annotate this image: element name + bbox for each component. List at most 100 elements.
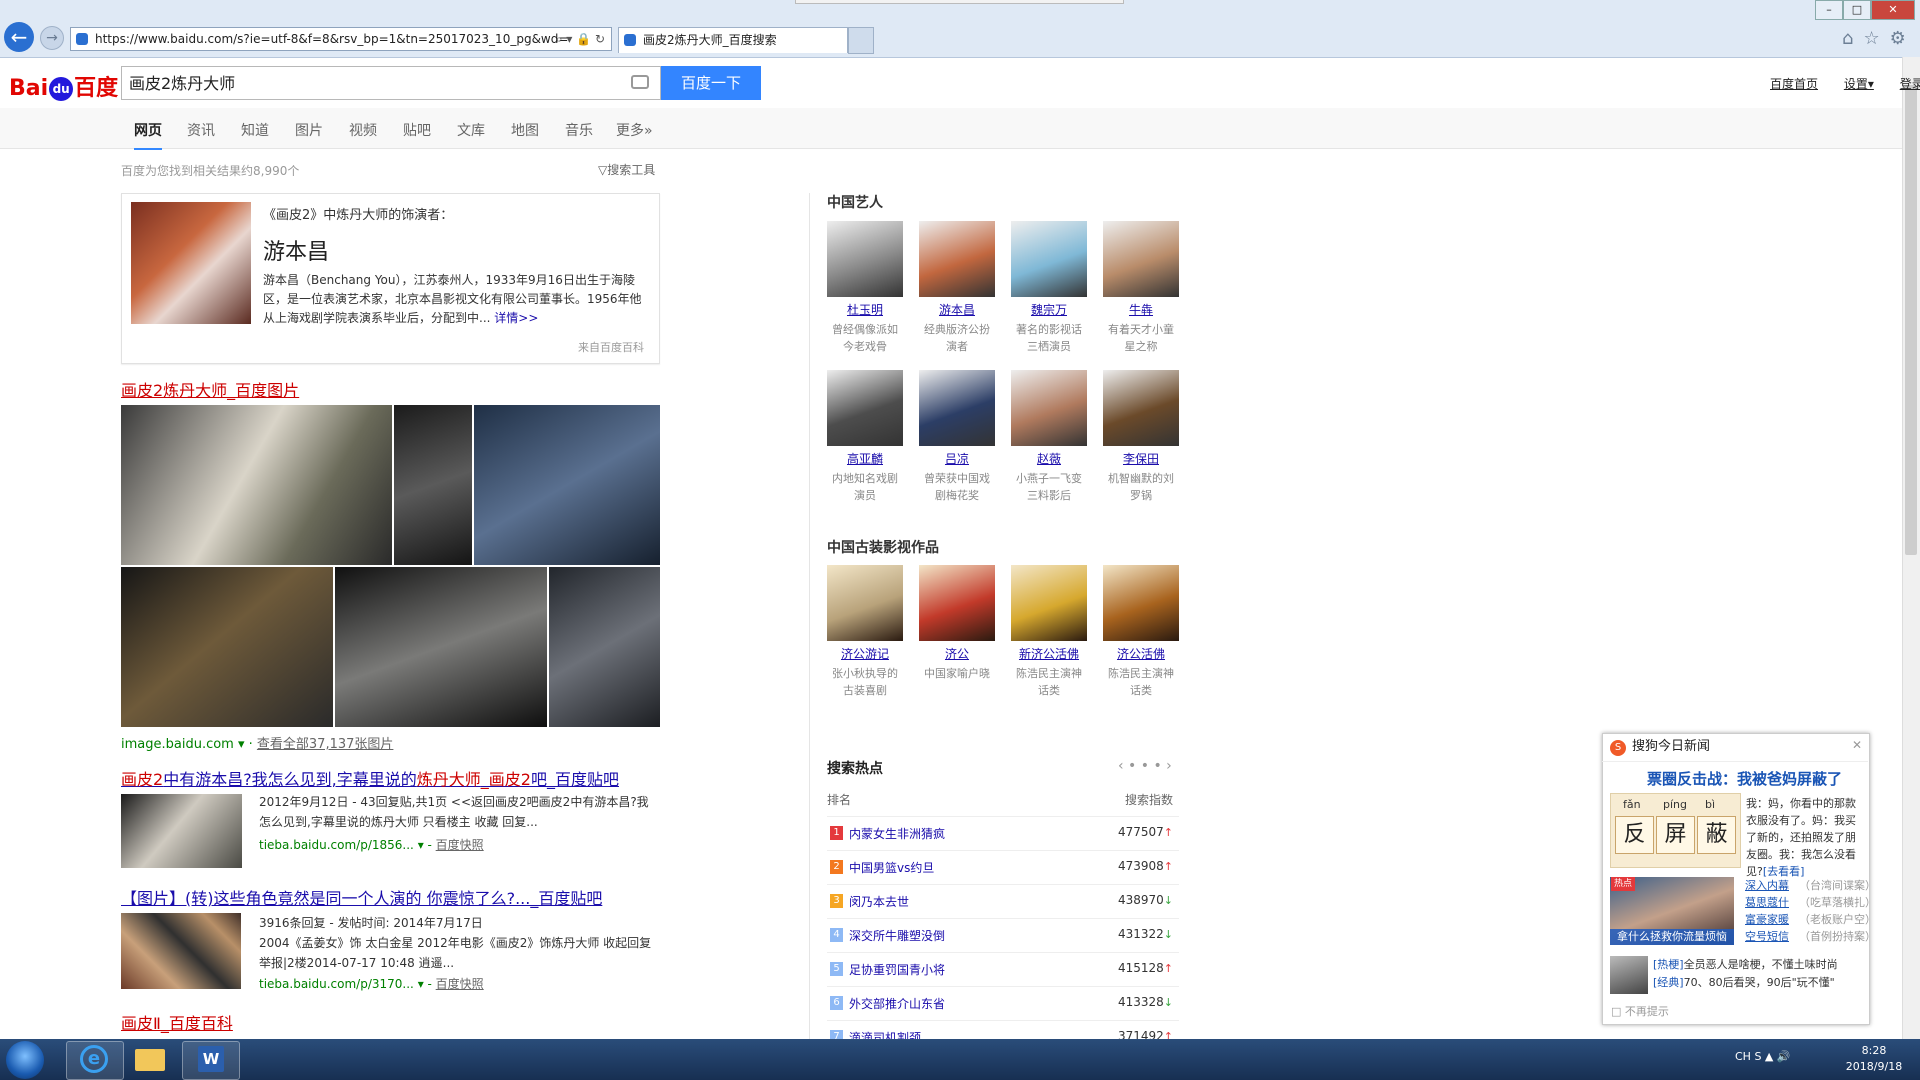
tab-news[interactable]: 资讯 bbox=[187, 120, 215, 140]
artist-photo[interactable] bbox=[1011, 370, 1087, 446]
new-tab-button[interactable] bbox=[848, 27, 874, 54]
link-login[interactable]: 登录 bbox=[1900, 77, 1920, 91]
tab-more[interactable]: 更多» bbox=[616, 120, 653, 140]
grid-image-6[interactable] bbox=[549, 567, 660, 727]
search-input[interactable]: 画皮2炼丹大师 bbox=[121, 66, 661, 100]
home-icon[interactable]: ⌂ bbox=[1842, 28, 1863, 49]
result-title-1[interactable]: 画皮2中有游本昌?我怎么见到,字幕里说的炼丹大师_画皮2吧_百度贴吧 bbox=[121, 766, 619, 790]
artist-card[interactable]: 魏宗万 著名的影视话三栖演员 bbox=[1011, 221, 1087, 355]
artist-photo[interactable] bbox=[1011, 221, 1087, 297]
address-bar[interactable]: https://www.baidu.com/s?ie=utf-8&f=8&rsv… bbox=[70, 27, 612, 51]
tab-video[interactable]: 视频 bbox=[349, 120, 377, 140]
work-poster[interactable] bbox=[1103, 565, 1179, 641]
sogou-list-item[interactable]: 深入内幕 （台湾间谍案） bbox=[1745, 877, 1876, 894]
tab-images[interactable]: 图片 bbox=[295, 120, 323, 140]
tab-music[interactable]: 音乐 bbox=[565, 120, 593, 140]
image-result-title[interactable]: 画皮2炼丹大师_百度图片 bbox=[121, 377, 299, 401]
grid-image-1[interactable] bbox=[121, 405, 392, 565]
artist-photo[interactable] bbox=[1103, 370, 1179, 446]
work-poster[interactable] bbox=[919, 565, 995, 641]
artist-card[interactable]: 牛犇 有着天才小童星之称 bbox=[1103, 221, 1179, 355]
work-card[interactable]: 济公活佛 陈浩民主演神话类 bbox=[1103, 565, 1179, 699]
artist-name[interactable]: 李保田 bbox=[1103, 450, 1179, 467]
artist-name[interactable]: 高亚麟 bbox=[827, 450, 903, 467]
hot-search-row[interactable]: 2 中国男篮vs约旦 473908↑ bbox=[827, 850, 1179, 885]
work-card[interactable]: 济公游记 张小秋执导的古装喜剧 bbox=[827, 565, 903, 699]
forward-button[interactable]: → bbox=[40, 26, 64, 50]
address-tools[interactable]: ⌕ ▾ 🔒 ↻ bbox=[556, 28, 605, 50]
link-settings[interactable]: 设置▾ bbox=[1844, 77, 1874, 91]
scrollbar-thumb[interactable] bbox=[1905, 85, 1917, 555]
artist-name[interactable]: 吕凉 bbox=[919, 450, 995, 467]
artist-card[interactable]: 吕凉 曾荣获中国戏剧梅花奖 bbox=[919, 370, 995, 504]
artist-name[interactable]: 赵薇 bbox=[1011, 450, 1087, 467]
system-tray[interactable]: CH S ▲ 🔊 bbox=[1735, 1050, 1791, 1063]
hot-search-row[interactable]: 4 深交所牛雕塑没倒 431322↓ bbox=[827, 918, 1179, 953]
hot-search-title-link[interactable]: 外交部推介山东省 bbox=[849, 995, 945, 1012]
browser-tab[interactable]: 画皮2炼丹大师_百度搜索 bbox=[618, 27, 848, 53]
artist-name[interactable]: 牛犇 bbox=[1103, 301, 1179, 318]
view-all-images-link[interactable]: 查看全部37,137张图片 bbox=[257, 737, 394, 752]
actor-photo[interactable] bbox=[131, 202, 251, 324]
search-button[interactable]: 百度一下 bbox=[661, 66, 761, 100]
sogou-bottom-link-2[interactable]: 70、80后看哭，90后"玩不懂" bbox=[1684, 976, 1835, 989]
artist-photo[interactable] bbox=[919, 221, 995, 297]
sogou-list-item[interactable]: 空号短信 （首例扮持案） bbox=[1745, 928, 1876, 945]
hot-search-title-link[interactable]: 足协重罚国青小将 bbox=[849, 961, 945, 978]
result-thumbnail-2[interactable] bbox=[121, 913, 241, 989]
artist-photo[interactable] bbox=[827, 221, 903, 297]
tab-zhidao[interactable]: 知道 bbox=[241, 120, 269, 140]
artist-card[interactable]: 高亚麟 内地知名戏剧演员 bbox=[827, 370, 903, 504]
result-title-3[interactable]: 画皮Ⅱ_百度百科 bbox=[121, 1010, 233, 1034]
work-poster[interactable] bbox=[1011, 565, 1087, 641]
grid-image-2[interactable] bbox=[394, 405, 472, 565]
artist-card[interactable]: 赵薇 小燕子一飞变三料影后 bbox=[1011, 370, 1087, 504]
back-button[interactable]: ← bbox=[4, 22, 34, 52]
work-name[interactable]: 新济公活佛 bbox=[1011, 645, 1087, 662]
artist-card[interactable]: 李保田 机智幽默的刘罗锅 bbox=[1103, 370, 1179, 504]
maximize-button[interactable]: □ bbox=[1843, 0, 1871, 20]
artist-name[interactable]: 魏宗万 bbox=[1011, 301, 1087, 318]
hot-search-row[interactable]: 3 闵乃本去世 438970↓ bbox=[827, 884, 1179, 919]
hot-search-pager[interactable]: ‹ • • • › bbox=[1118, 758, 1172, 774]
tab-web[interactable]: 网页 bbox=[134, 120, 162, 150]
camera-icon[interactable] bbox=[631, 75, 649, 89]
artist-photo[interactable] bbox=[919, 370, 995, 446]
hot-search-row[interactable]: 1 内蒙女生非洲猜疯 477507↑ bbox=[827, 816, 1179, 851]
tab-wenku[interactable]: 文库 bbox=[457, 120, 485, 140]
knowledge-more-link[interactable]: 详情>> bbox=[494, 311, 538, 325]
result-thumbnail-1[interactable] bbox=[121, 794, 242, 868]
artist-name[interactable]: 游本昌 bbox=[919, 301, 995, 318]
close-icon[interactable]: ✕ bbox=[1852, 738, 1862, 752]
gear-icon[interactable]: ⚙ bbox=[1890, 28, 1916, 49]
sogou-list-item[interactable]: 富豪家暖 （老板账户空） bbox=[1745, 911, 1876, 928]
grid-image-5[interactable] bbox=[335, 567, 547, 727]
artist-photo[interactable] bbox=[1103, 221, 1179, 297]
grid-image-3[interactable] bbox=[474, 405, 660, 565]
artist-card[interactable]: 游本昌 经典版济公扮演者 bbox=[919, 221, 995, 355]
knowledge-name[interactable]: 游本昌 bbox=[263, 234, 329, 266]
sogou-bottom-link-1[interactable]: 全员恶人是啥梗，不懂土味时尚 bbox=[1684, 958, 1838, 971]
grid-image-4[interactable] bbox=[121, 567, 333, 727]
sogou-headline[interactable]: 票圈反击战：我被爸妈屏蔽了 bbox=[1647, 768, 1842, 789]
hot-search-title-link[interactable]: 内蒙女生非洲猜疯 bbox=[849, 825, 945, 842]
minimize-button[interactable]: – bbox=[1815, 0, 1843, 20]
sogou-list-item[interactable]: 葛思蔻什 （吃草落横扎） bbox=[1745, 894, 1876, 911]
link-baidu-home[interactable]: 百度首页 bbox=[1770, 77, 1818, 91]
artist-card[interactable]: 杜玉明 曾经偶像派如今老戏骨 bbox=[827, 221, 903, 355]
search-tools-button[interactable]: ▽搜索工具 bbox=[598, 161, 655, 178]
snapshot-link-1[interactable]: 百度快照 bbox=[436, 838, 484, 852]
hot-search-title-link[interactable]: 中国男篮vs约旦 bbox=[849, 859, 934, 876]
start-button[interactable] bbox=[6, 1041, 44, 1079]
favorites-star-icon[interactable]: ☆ bbox=[1863, 28, 1889, 49]
work-poster[interactable] bbox=[827, 565, 903, 641]
work-card[interactable]: 济公 中国家喻户晓 bbox=[919, 565, 995, 682]
work-name[interactable]: 济公活佛 bbox=[1103, 645, 1179, 662]
sogou-image-caption[interactable]: 拿什么拯救你流量烦恼 bbox=[1610, 929, 1734, 945]
hot-search-title-link[interactable]: 深交所牛雕塑没倒 bbox=[849, 927, 945, 944]
hot-search-row[interactable]: 6 外交部推介山东省 413328↓ bbox=[827, 986, 1179, 1021]
work-name[interactable]: 济公 bbox=[919, 645, 995, 662]
result-title-2[interactable]: 【图片】(转)这些角色竟然是同一个人演的 你震惊了么?..._百度贴吧 bbox=[121, 885, 602, 909]
snapshot-link-2[interactable]: 百度快照 bbox=[436, 977, 484, 991]
work-card[interactable]: 新济公活佛 陈浩民主演神话类 bbox=[1011, 565, 1087, 699]
